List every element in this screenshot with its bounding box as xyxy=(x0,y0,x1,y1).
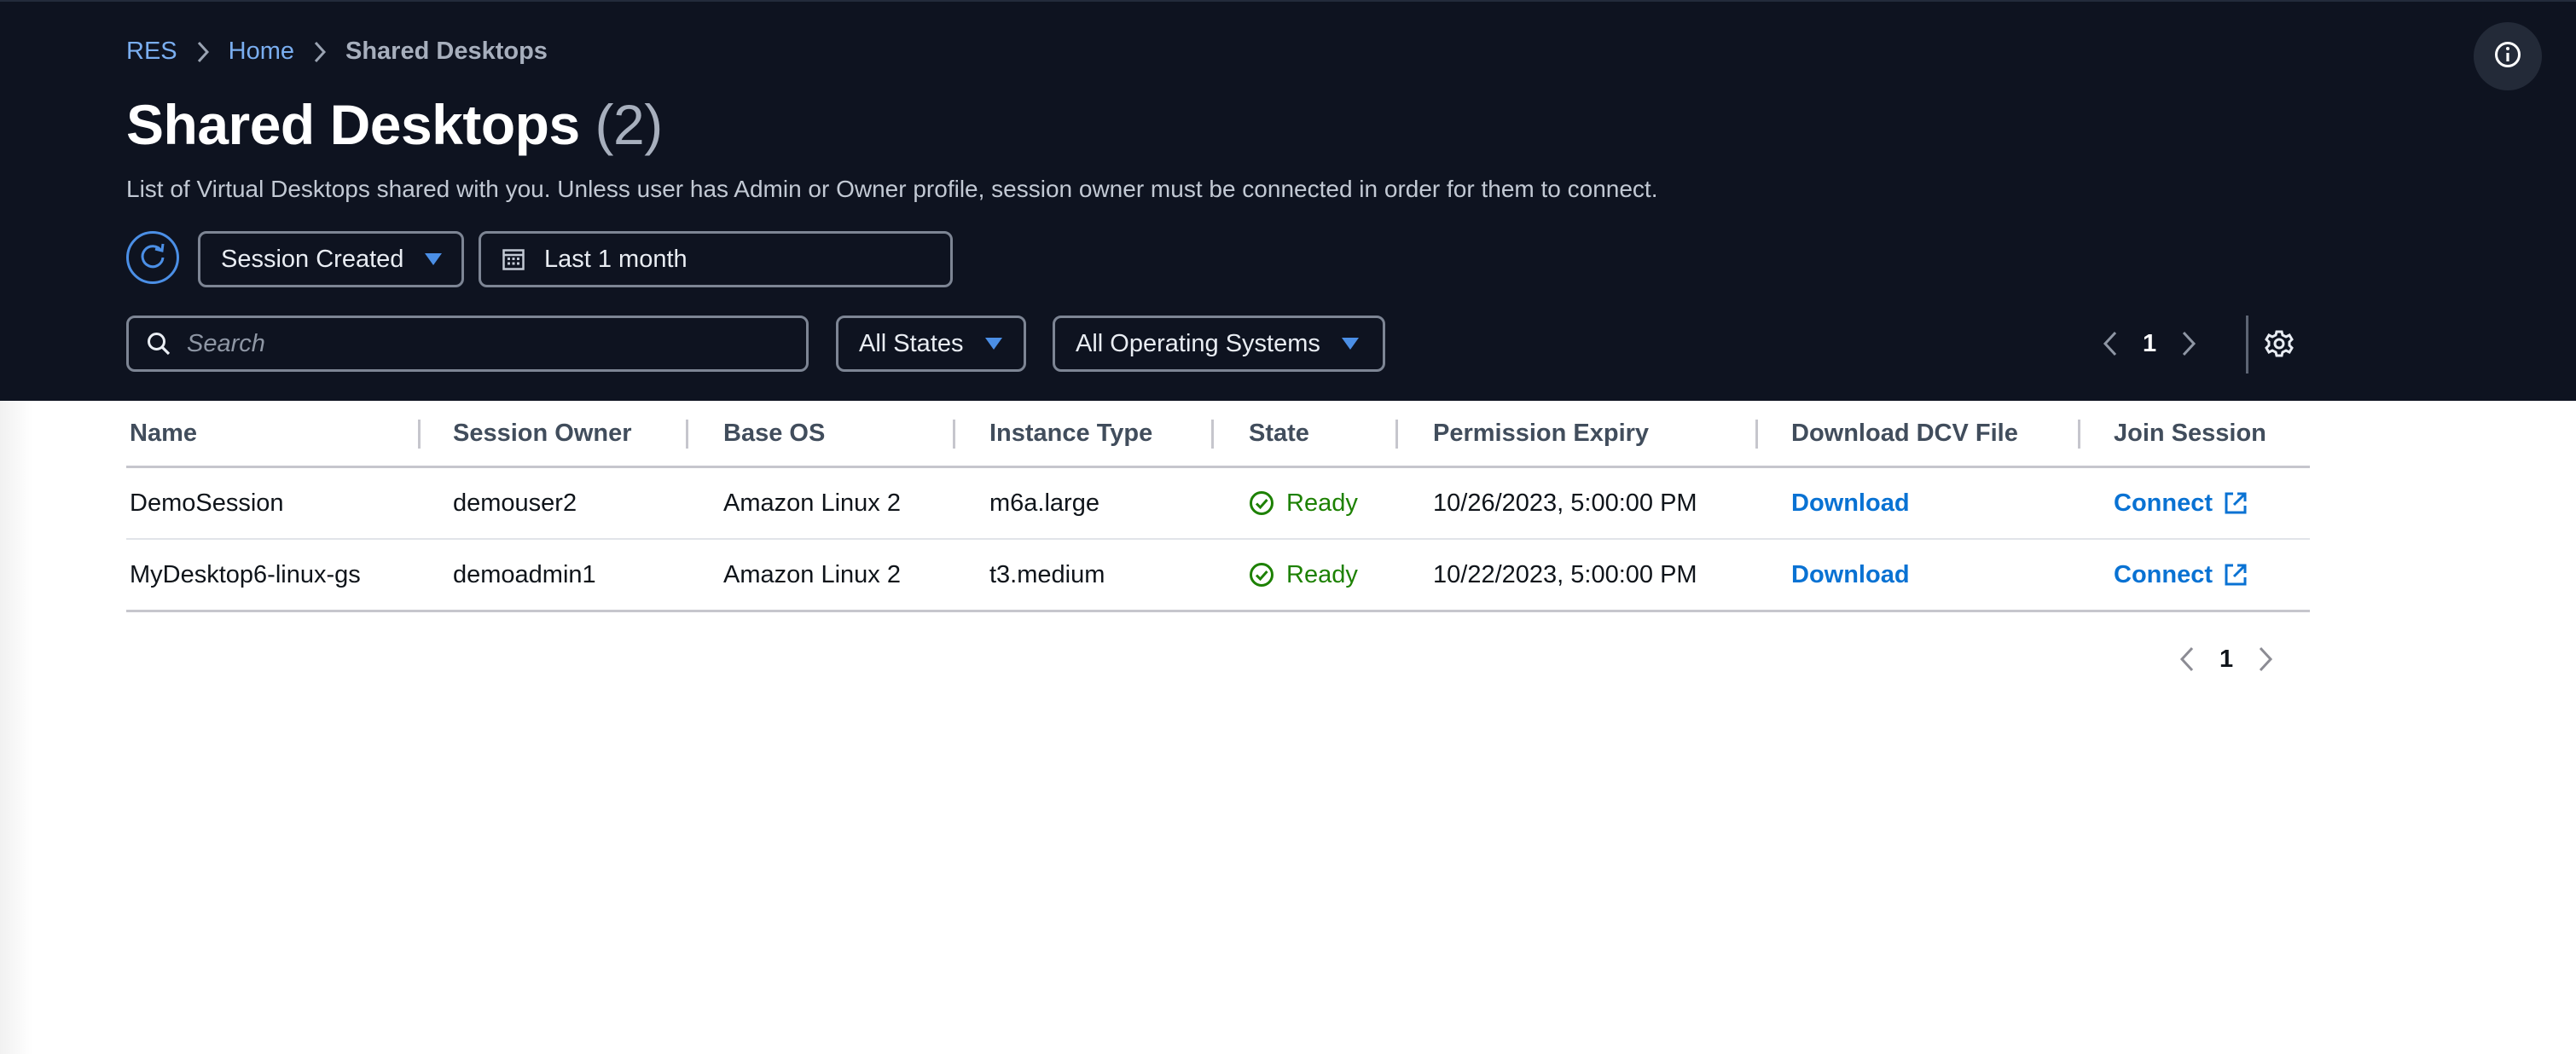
chevron-right-icon xyxy=(196,40,210,64)
download-dcv-link[interactable]: Download xyxy=(1791,561,1910,589)
caret-down-icon xyxy=(424,252,443,266)
gear-icon xyxy=(2265,329,2294,358)
breadcrumb-home[interactable]: Home xyxy=(229,38,294,66)
shared-desktops-table: Name Session Owner Base OS Instance Type… xyxy=(126,401,2310,612)
breadcrumb-res[interactable]: RES xyxy=(126,38,177,66)
table-row: DemoSession demouser2 Amazon Linux 2 m6a… xyxy=(126,468,2310,540)
os-filter-value: All Operating Systems xyxy=(1076,329,1320,357)
page-title-count: (2) xyxy=(595,93,664,156)
pagination-top: 1 xyxy=(2102,316,2197,372)
column-header-state[interactable]: State xyxy=(1249,401,1309,466)
breadcrumb: RES Home Shared Desktops xyxy=(126,38,548,66)
page-header: RES Home Shared Desktops Shared Desktops… xyxy=(0,0,2576,401)
os-filter-select[interactable]: All Operating Systems xyxy=(1053,316,1385,372)
column-header-session-owner[interactable]: Session Owner xyxy=(453,401,632,466)
info-button[interactable] xyxy=(2474,22,2542,90)
cell-instance-type: t3.medium xyxy=(989,560,1105,588)
page-title: Shared Desktops (2) xyxy=(126,92,663,157)
cell-state: Ready xyxy=(1249,540,1358,610)
cell-download: Download xyxy=(1791,468,1910,538)
status-ok-icon xyxy=(1249,562,1274,588)
chevron-left-icon[interactable] xyxy=(2102,330,2119,357)
cell-permission-expiry: 10/22/2023, 5:00:00 PM xyxy=(1433,560,1697,588)
column-resizer[interactable] xyxy=(1211,420,1214,449)
caret-down-icon xyxy=(984,337,1003,350)
cell-name: MyDesktop6-linux-gs xyxy=(130,560,361,588)
connect-link[interactable]: Connect xyxy=(2114,489,2248,518)
column-resizer[interactable] xyxy=(953,420,955,449)
column-header-join-session[interactable]: Join Session xyxy=(2114,401,2266,466)
external-link-icon xyxy=(2223,490,2248,516)
page-description: List of Virtual Desktops shared with you… xyxy=(126,176,1658,202)
cell-base-os: Amazon Linux 2 xyxy=(723,489,901,517)
info-icon xyxy=(2493,40,2522,73)
state-filter-select[interactable]: All States xyxy=(836,316,1026,372)
refresh-icon xyxy=(137,240,168,275)
date-range-picker[interactable]: Last 1 month xyxy=(479,231,953,287)
breadcrumb-current: Shared Desktops xyxy=(345,38,548,65)
chevron-right-icon xyxy=(313,40,327,64)
cell-join-session: Connect xyxy=(2114,468,2248,538)
cell-state: Ready xyxy=(1249,468,1358,538)
download-dcv-link[interactable]: Download xyxy=(1791,489,1910,518)
cell-session-owner: demouser2 xyxy=(453,489,577,517)
column-header-base-os[interactable]: Base OS xyxy=(723,401,825,466)
cell-download: Download xyxy=(1791,540,1910,610)
search-field[interactable] xyxy=(126,316,809,372)
pagination-bottom: 1 xyxy=(2179,638,2274,680)
state-label: Ready xyxy=(1286,560,1358,588)
preferences-button[interactable] xyxy=(2264,328,2295,359)
chevron-right-icon[interactable] xyxy=(2180,330,2197,357)
cell-join-session: Connect xyxy=(2114,540,2248,610)
page-title-text: Shared Desktops xyxy=(126,93,580,156)
state-filter-value: All States xyxy=(859,329,964,357)
page: RES Home Shared Desktops Shared Desktops… xyxy=(0,0,2576,1054)
cell-base-os: Amazon Linux 2 xyxy=(723,560,901,588)
connect-label: Connect xyxy=(2114,560,2213,588)
page-number[interactable]: 1 xyxy=(2219,646,2233,674)
external-link-icon xyxy=(2223,562,2248,588)
cell-session-owner: demoadmin1 xyxy=(453,560,596,588)
column-resizer[interactable] xyxy=(418,420,421,449)
column-header-instance-type[interactable]: Instance Type xyxy=(989,401,1152,466)
connect-link[interactable]: Connect xyxy=(2114,561,2248,589)
column-header-permission-expiry[interactable]: Permission Expiry xyxy=(1433,401,1649,466)
column-resizer[interactable] xyxy=(686,420,688,449)
column-header-download-dcv-file[interactable]: Download DCV File xyxy=(1791,401,2018,466)
state-label: Ready xyxy=(1286,489,1358,517)
table-header: Name Session Owner Base OS Instance Type… xyxy=(126,401,2310,468)
column-resizer[interactable] xyxy=(2078,420,2080,449)
status-ok-icon xyxy=(1249,490,1274,516)
date-range-value: Last 1 month xyxy=(544,245,688,273)
search-input[interactable] xyxy=(185,328,786,359)
toolbar-divider xyxy=(2246,316,2248,374)
table-row: MyDesktop6-linux-gs demoadmin1 Amazon Li… xyxy=(126,540,2310,612)
column-header-name[interactable]: Name xyxy=(130,401,197,466)
caret-down-icon xyxy=(1341,337,1360,350)
sort-by-value: Session Created xyxy=(221,245,404,273)
cell-name: DemoSession xyxy=(130,489,284,517)
cell-permission-expiry: 10/26/2023, 5:00:00 PM xyxy=(1433,489,1697,517)
calendar-icon xyxy=(502,247,525,271)
cell-instance-type: m6a.large xyxy=(989,489,1099,517)
sort-by-select[interactable]: Session Created xyxy=(198,231,464,287)
refresh-button[interactable] xyxy=(126,231,179,284)
page-number[interactable]: 1 xyxy=(2143,330,2156,358)
search-icon xyxy=(146,331,171,356)
column-resizer[interactable] xyxy=(1395,420,1398,449)
chevron-right-icon[interactable] xyxy=(2257,646,2274,673)
connect-label: Connect xyxy=(2114,489,2213,517)
chevron-left-icon[interactable] xyxy=(2179,646,2196,673)
column-resizer[interactable] xyxy=(1755,420,1758,449)
left-edge-shadow xyxy=(0,401,32,1054)
